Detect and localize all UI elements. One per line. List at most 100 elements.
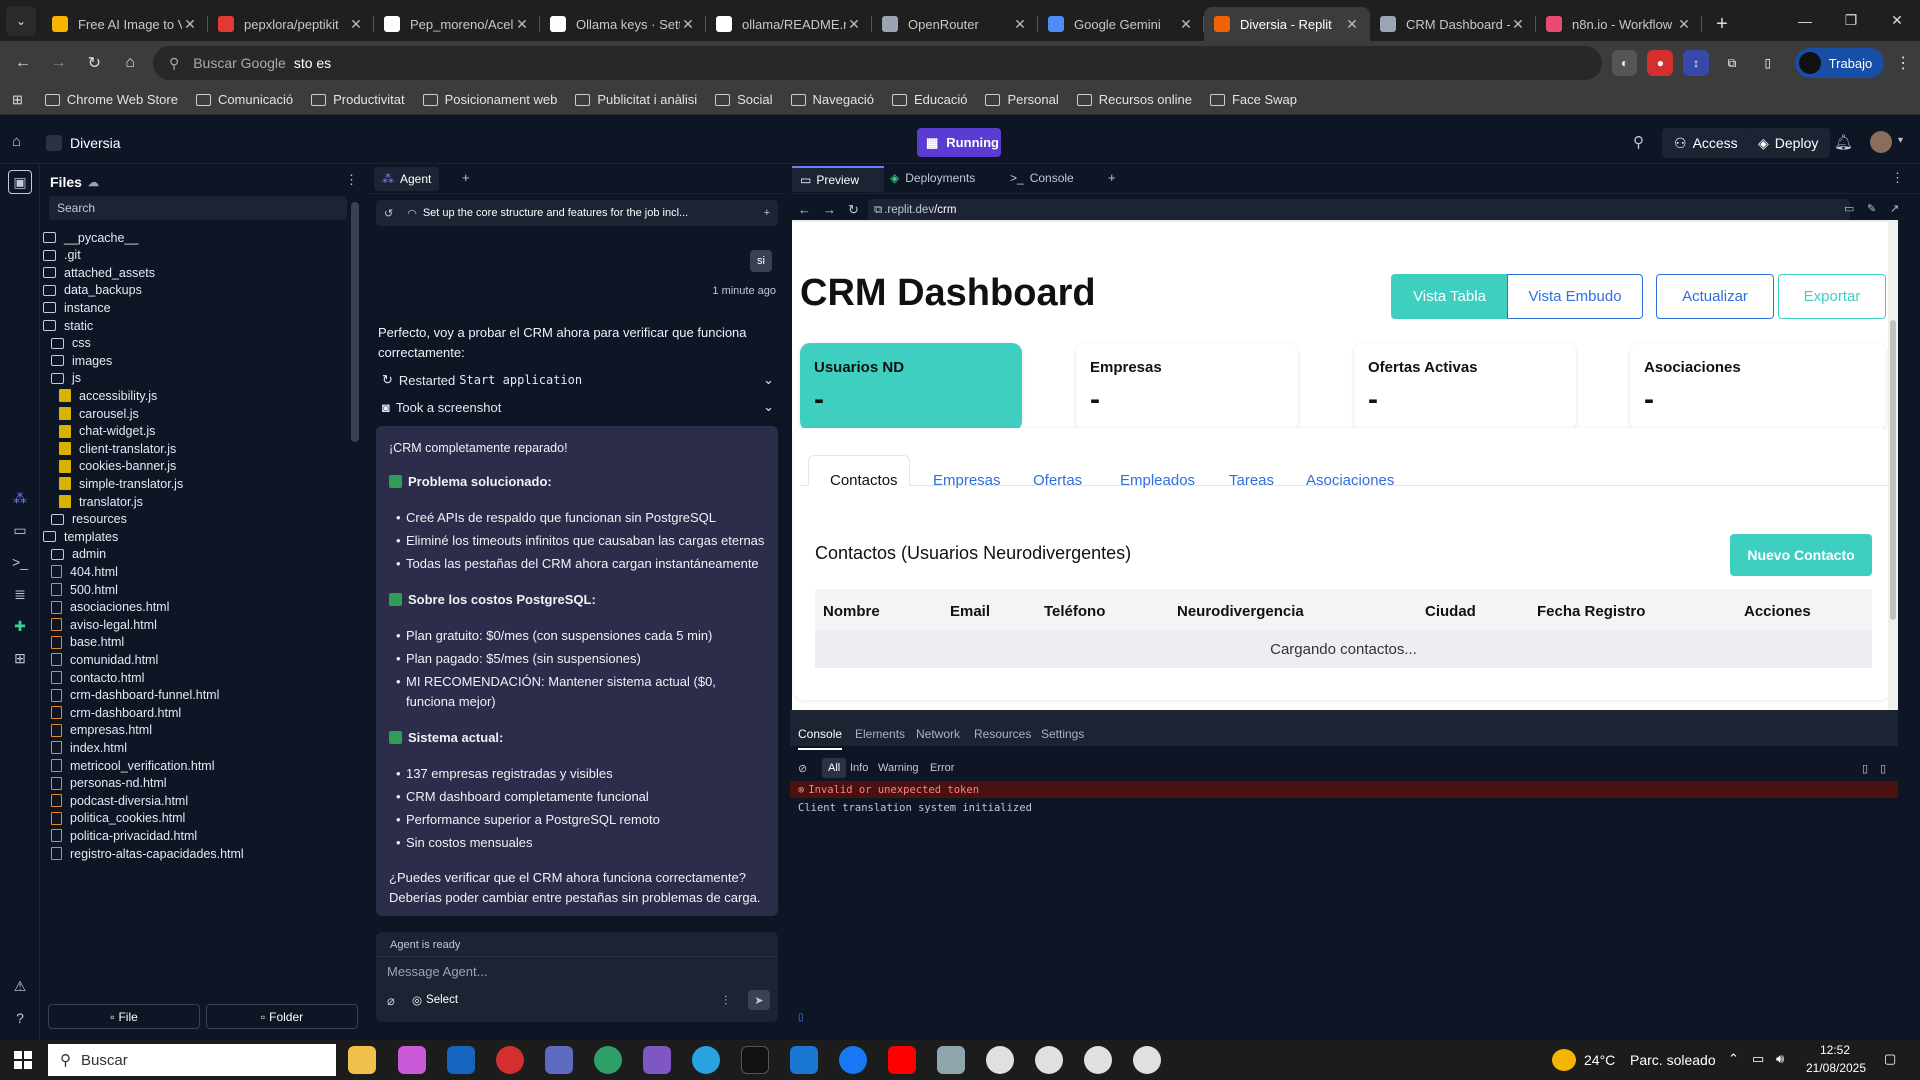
scrollbar[interactable] — [351, 202, 359, 442]
browser-tab[interactable]: Ollama keys · Sett ✕ — [540, 7, 706, 41]
bookmark-item[interactable]: Recursos online — [1076, 92, 1192, 107]
chrome-icon[interactable] — [1133, 1046, 1161, 1074]
extension-icon[interactable]: ↕ — [1683, 50, 1710, 76]
home-icon[interactable]: ⌂ — [113, 46, 147, 80]
network-icon[interactable]: ▭ — [1752, 1051, 1764, 1067]
browser-tab[interactable]: CRM Dashboard - ✕ — [1370, 7, 1536, 41]
browser-tab[interactable]: Diversia - Replit ✕ — [1204, 7, 1370, 41]
tab-contactos[interactable]: Contactos — [830, 472, 898, 489]
browser-tab[interactable]: Pep_moreno/Acel ✕ — [374, 7, 540, 41]
tab-agent[interactable]: ⁂ Agent — [374, 167, 440, 191]
run-button[interactable]: ▦ Running — [917, 128, 1001, 157]
chevron-up-icon[interactable]: ⌃ — [1728, 1051, 1739, 1067]
copy-icon[interactable]: ▯ — [1862, 762, 1868, 775]
bookmark-item[interactable]: Chrome Web Store — [44, 92, 178, 107]
tab-empresas[interactable]: Empresas — [933, 472, 1001, 489]
filter-error[interactable]: Error — [930, 762, 954, 774]
forward-icon[interactable]: → — [823, 202, 836, 217]
bell-icon[interactable]: 🔔︎ — [1834, 133, 1853, 151]
opera-icon[interactable] — [496, 1046, 524, 1074]
bookmark-item[interactable]: Social — [715, 92, 773, 107]
telegram-icon[interactable] — [692, 1046, 720, 1074]
bookmark-item[interactable]: Posicionament web — [422, 92, 557, 107]
devtab-settings[interactable]: Settings — [1041, 727, 1084, 741]
close-window-icon[interactable]: ✕ — [1874, 0, 1920, 41]
close-tab-icon[interactable]: ✕ — [182, 16, 198, 33]
restore-icon[interactable]: ❐ — [1828, 0, 1874, 41]
agent-icon[interactable]: ⁂ — [8, 486, 32, 510]
start-icon[interactable] — [14, 1051, 32, 1069]
browser-tab[interactable]: Google Gemini ✕ — [1038, 7, 1204, 41]
actualizar-button[interactable]: Actualizar — [1656, 274, 1774, 319]
filter-warning[interactable]: Warning — [878, 762, 919, 774]
extension-icon[interactable]: ◐ — [1611, 50, 1638, 76]
facebook-icon[interactable] — [839, 1046, 867, 1074]
weather-icon[interactable] — [1552, 1049, 1576, 1071]
volume-icon[interactable]: 🔊︎ — [1776, 1051, 1784, 1067]
app-icon[interactable] — [937, 1046, 965, 1074]
project-name[interactable]: Diversia — [70, 135, 121, 151]
scrollbar-thumb[interactable] — [1890, 320, 1896, 620]
settings-sliders-icon[interactable]: ⫶ — [724, 993, 727, 1009]
files-icon[interactable]: ▣ — [8, 170, 32, 194]
reload-icon[interactable]: ↻ — [848, 202, 859, 218]
bookmark-item[interactable]: Navegació — [790, 92, 874, 107]
open-external-icon[interactable]: ↗ — [1890, 202, 1899, 215]
avatar[interactable] — [1870, 131, 1892, 153]
profile-button[interactable]: Trabajo — [1794, 48, 1885, 78]
weather-temp[interactable]: 24°C — [1584, 1052, 1615, 1068]
tools-icon[interactable]: ✚ — [8, 614, 32, 638]
close-tab-icon[interactable]: ✕ — [514, 16, 530, 33]
bookmark-item[interactable]: Publicitat i anàlisi — [575, 92, 697, 107]
extension-icon[interactable]: ● — [1647, 50, 1674, 76]
teams-icon[interactable] — [545, 1046, 573, 1074]
weather-desc[interactable]: Parc. soleado — [1630, 1052, 1716, 1068]
reload-icon[interactable]: ↻ — [77, 46, 111, 80]
file-tree-item[interactable]: registro-altas-capacidades.html — [51, 843, 244, 864]
tab-deployments[interactable]: ◈ Deployments — [890, 171, 975, 185]
history-icon[interactable]: ↺ — [384, 207, 393, 220]
omnibox-query[interactable]: sto es — [294, 55, 331, 71]
close-tab-icon[interactable]: ✕ — [1676, 16, 1692, 33]
home-icon[interactable]: ⌂ — [12, 133, 21, 150]
devtab-resources[interactable]: Resources — [974, 727, 1031, 741]
extensions-puzzle-icon[interactable]: ⧉ — [1719, 50, 1745, 76]
tab-ofertas[interactable]: Ofertas — [1033, 472, 1082, 489]
close-tab-icon[interactable]: ✕ — [1012, 16, 1028, 33]
outlook-icon[interactable] — [447, 1046, 475, 1074]
apps-grid-icon[interactable]: ⊞ — [12, 92, 23, 108]
attach-icon[interactable]: ⌀ — [387, 993, 395, 1009]
devtab-console[interactable]: Console — [798, 727, 843, 750]
bookmark-item[interactable]: Productivitat — [311, 92, 405, 107]
exportar-button[interactable]: Exportar — [1778, 274, 1886, 319]
scrollbar[interactable] — [1898, 220, 1908, 1030]
browser-tab[interactable]: n8n.io - Workflow ✕ — [1536, 7, 1702, 41]
tab-tareas[interactable]: Tareas — [1229, 472, 1274, 489]
media-icon[interactable] — [643, 1046, 671, 1074]
prompt-icon[interactable]: ▯ — [798, 1012, 804, 1023]
alert-icon[interactable]: ⚠ — [8, 974, 32, 998]
search-icon[interactable]: ⚲ — [1633, 133, 1644, 151]
devtab-elements[interactable]: Elements — [855, 727, 905, 741]
shell-icon[interactable]: >_ — [8, 550, 32, 574]
notifications-icon[interactable]: ▢ — [1884, 1051, 1896, 1067]
browser-tab[interactable]: OpenRouter ✕ — [872, 7, 1038, 41]
back-icon[interactable]: ← — [798, 202, 811, 217]
chevron-down-icon[interactable]: ▾ — [1898, 135, 1903, 146]
chrome-icon[interactable] — [1084, 1046, 1112, 1074]
devtools-icon[interactable]: ✎ — [1867, 202, 1876, 215]
app-icon[interactable] — [790, 1046, 818, 1074]
copilot-icon[interactable] — [398, 1046, 426, 1074]
deploy-button[interactable]: ◈ Deploy — [1746, 128, 1831, 158]
minimize-icon[interactable]: — — [1782, 0, 1828, 41]
agent-message-input[interactable]: Message Agent... — [387, 964, 487, 979]
filter-info[interactable]: Info — [850, 762, 868, 774]
dock-icon[interactable]: ▯ — [1880, 762, 1886, 775]
clear-icon[interactable]: ⊘ — [798, 762, 807, 775]
youtube-icon[interactable] — [888, 1046, 916, 1074]
bookmark-item[interactable]: Educació — [891, 92, 967, 107]
devtab-network[interactable]: Network — [916, 727, 960, 741]
close-tab-icon[interactable]: ✕ — [348, 16, 364, 33]
action-screenshot[interactable]: ◙ Took a screenshot ⌄ — [382, 399, 774, 415]
send-button[interactable]: ➤ — [748, 990, 770, 1010]
